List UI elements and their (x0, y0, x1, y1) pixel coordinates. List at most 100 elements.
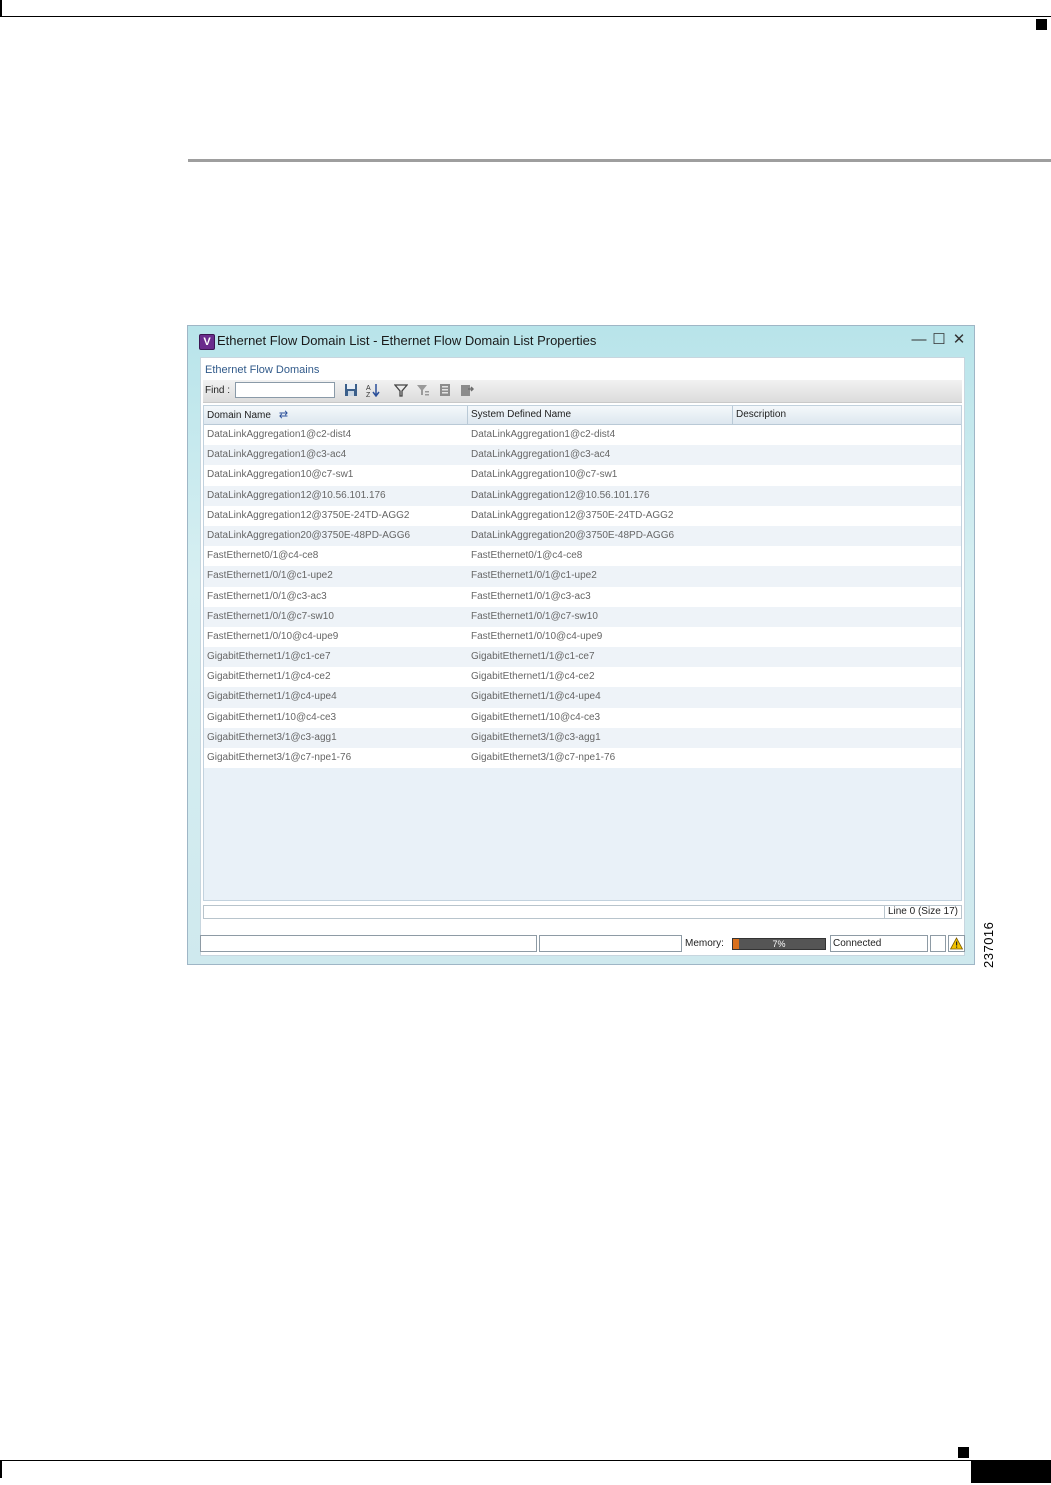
table-row[interactable]: GigabitEthernet1/1@c1-ce7 GigabitEthernet… (204, 647, 961, 668)
cell-domain-name: DataLinkAggregation10@c7-sw1 (207, 469, 354, 481)
cell-description (733, 728, 961, 748)
filter-icon[interactable] (393, 383, 409, 399)
cell-domain-name: GigabitEthernet1/1@c1-ce7 (207, 651, 331, 663)
cell-description (733, 587, 961, 607)
page-number-block (971, 1461, 1051, 1483)
properties-panel: Ethernet Flow Domains Find : AZ Domain N… (200, 357, 965, 956)
table-row[interactable]: FastEthernet1/0/1@c7-sw10 FastEthernet1/0… (204, 606, 961, 627)
cell-system-defined-name: DataLinkAggregation1@c2-dist4 (471, 429, 616, 440)
section-rule (188, 159, 1051, 162)
column-header-description[interactable]: Description (733, 406, 961, 424)
cell-domain-name: FastEthernet1/0/1@c3-ac3 (207, 590, 327, 602)
table-row[interactable]: GigabitEthernet1/10@c4-ce3 GigabitEtherne… (204, 707, 961, 728)
cell-system-defined-name: FastEthernet1/0/1@c3-ac3 (471, 590, 591, 602)
sort-toggle-icon[interactable]: ⇄ (279, 409, 288, 421)
memory-usage-bar: 7% (732, 938, 826, 950)
app-logo-icon: V (199, 334, 215, 350)
cell-description (733, 647, 961, 667)
memory-usage-text: 7% (772, 939, 786, 949)
table-row[interactable]: GigabitEthernet1/1@c4-ce2 GigabitEthernet… (204, 667, 961, 688)
table-toolbar: Find : AZ (203, 380, 962, 403)
cell-description (733, 667, 961, 687)
export-all-icon[interactable] (459, 383, 475, 399)
memory-label: Memory: (685, 938, 724, 949)
cell-description (733, 425, 961, 445)
page-bottom-left-tick (0, 1461, 2, 1478)
find-input[interactable] (235, 382, 335, 398)
table-row[interactable]: DataLinkAggregation1@c2-dist4 DataLinkAgg… (204, 425, 961, 446)
cell-domain-name: DataLinkAggregation12@3750E-24TD-AGG2 (207, 509, 410, 521)
cell-domain-name: DataLinkAggregation20@3750E-48PD-AGG6 (207, 529, 411, 541)
cell-description (733, 607, 961, 627)
cell-domain-name: FastEthernet1/0/10@c4-upe9 (207, 630, 339, 642)
status-secondary-field (539, 935, 682, 952)
cell-system-defined-name: GigabitEthernet1/1@c4-upe4 (471, 691, 601, 703)
table-row[interactable]: FastEthernet1/0/1@c3-ac3 FastEthernet1/0/… (204, 586, 961, 607)
page-bottom-right-mark (958, 1447, 969, 1458)
cell-system-defined-name: FastEthernet0/1@c4-ce8 (471, 550, 583, 562)
find-label: Find : (205, 385, 231, 396)
cell-domain-name: DataLinkAggregation1@c3-ac4 (207, 449, 347, 461)
close-icon[interactable]: ✕ (951, 332, 967, 348)
table-row[interactable]: FastEthernet1/0/10@c4-upe9 FastEthernet1/… (204, 626, 961, 648)
minimize-icon[interactable]: — (911, 332, 927, 348)
table-row[interactable]: GigabitEthernet3/1@c3-agg1 GigabitEtherne… (204, 727, 961, 748)
cell-description (733, 687, 961, 707)
maximize-icon[interactable]: ☐ (931, 332, 947, 348)
sort-icon[interactable]: AZ (365, 383, 381, 399)
figure-id: 237016 (981, 921, 996, 968)
cell-system-defined-name: DataLinkAggregation10@c7-sw1 (471, 469, 618, 481)
advanced-filter-icon[interactable] (415, 383, 431, 399)
table-body: DataLinkAggregation1@c2-dist4 DataLinkAgg… (204, 425, 961, 769)
table-row[interactable]: FastEthernet0/1@c4-ce8 FastEthernet0/1@c4… (204, 546, 961, 567)
page-top-rule (0, 16, 1051, 17)
cell-description (733, 748, 961, 768)
cell-domain-name: GigabitEthernet1/10@c4-ce3 (207, 711, 337, 723)
cell-system-defined-name: DataLinkAggregation1@c3-ac4 (471, 449, 611, 461)
line-info: Line 0 (Size 17) (883, 906, 961, 918)
page-top-right-mark (1036, 19, 1047, 30)
cell-domain-name: GigabitEthernet1/1@c4-ce2 (207, 671, 331, 683)
cell-domain-name: GigabitEthernet1/1@c4-upe4 (207, 691, 337, 703)
window-titlebar[interactable]: V Ethernet Flow Domain List - Ethernet F… (188, 326, 974, 356)
table-row[interactable]: GigabitEthernet1/1@c4-upe4 GigabitEtherne… (204, 687, 961, 708)
cell-system-defined-name: FastEthernet1/0/1@c7-sw10 (471, 610, 598, 622)
table-row[interactable]: DataLinkAggregation10@c7-sw1 DataLinkAggr… (204, 465, 961, 486)
table-row[interactable]: DataLinkAggregation20@3750E-48PD-AGG6 Dat… (204, 525, 961, 547)
page-bottom-rule (0, 1460, 1051, 1461)
cell-description (733, 627, 961, 647)
connection-status: Connected (830, 935, 928, 952)
table-row[interactable]: GigabitEthernet3/1@c7-npe1-76 GigabitEthe… (204, 748, 961, 769)
cell-system-defined-name: GigabitEthernet1/1@c4-ce2 (471, 671, 595, 683)
cell-description (733, 506, 961, 526)
cell-system-defined-name: FastEthernet1/0/10@c4-upe9 (471, 630, 603, 642)
cell-domain-name: DataLinkAggregation12@10.56.101.176 (207, 489, 386, 501)
cell-description (733, 465, 961, 485)
svg-text:Z: Z (366, 392, 371, 397)
cell-description (733, 546, 961, 566)
ethernet-flow-domain-list-window: V Ethernet Flow Domain List - Ethernet F… (187, 325, 975, 965)
svg-text:A: A (366, 385, 371, 392)
table-row[interactable]: DataLinkAggregation1@c3-ac4 DataLinkAggre… (204, 445, 961, 466)
status-indicator-field (930, 935, 946, 952)
column-header-domain-name[interactable]: Domain Name ⇄ (204, 406, 468, 424)
cell-system-defined-name: GigabitEthernet3/1@c7-npe1-76 (471, 752, 616, 763)
cell-system-defined-name: DataLinkAggregation12@3750E-24TD-AGG2 (471, 509, 674, 521)
cell-description (733, 526, 961, 546)
table-row[interactable]: DataLinkAggregation12@10.56.101.176 DataL… (204, 485, 961, 506)
save-icon[interactable] (343, 383, 359, 399)
export-icon[interactable] (437, 383, 453, 399)
cell-system-defined-name: GigabitEthernet1/10@c4-ce3 (471, 711, 601, 723)
column-header-system-defined-name[interactable]: System Defined Name (468, 406, 733, 424)
cell-domain-name: FastEthernet0/1@c4-ce8 (207, 550, 319, 562)
cell-system-defined-name: GigabitEthernet3/1@c3-agg1 (471, 731, 601, 743)
table-row[interactable]: DataLinkAggregation12@3750E-24TD-AGG2 Dat… (204, 505, 961, 526)
domains-table: Domain Name ⇄ System Defined Name Descrip… (203, 405, 962, 901)
warning-icon[interactable] (948, 935, 965, 952)
window-title: Ethernet Flow Domain List - Ethernet Flo… (217, 333, 597, 348)
table-row[interactable]: FastEthernet1/0/1@c1-upe2 FastEthernet1/0… (204, 566, 961, 587)
cell-domain-name: FastEthernet1/0/1@c1-upe2 (207, 570, 333, 582)
horizontal-scrollbar[interactable]: Line 0 (Size 17) (203, 905, 962, 919)
cell-system-defined-name: DataLinkAggregation12@10.56.101.176 (471, 489, 650, 501)
page-top-left-tick (0, 0, 2, 17)
